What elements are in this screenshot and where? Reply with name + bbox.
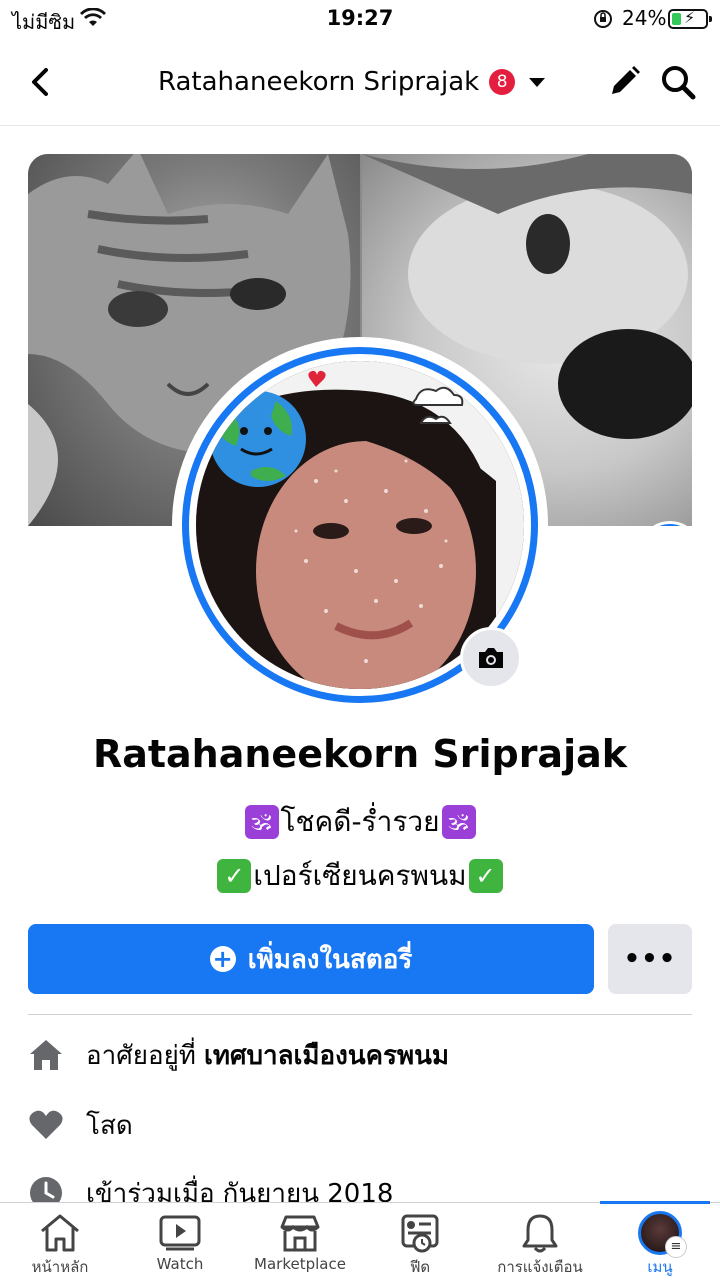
nav-watch[interactable]: Watch	[120, 1203, 240, 1280]
chevron-left-icon	[32, 68, 48, 96]
bio-line-2-text: เปอร์เซียนครพนม	[253, 859, 467, 892]
top-header: Ratahaneekorn Sriprajak 8	[0, 40, 720, 126]
check-emoji: ✓	[468, 859, 503, 893]
plus-icon: +	[209, 946, 236, 972]
avatar-icon	[642, 524, 676, 526]
home-icon	[28, 1037, 64, 1073]
detail-relationship[interactable]: โสด	[28, 1100, 692, 1150]
profile-camera-button[interactable]	[460, 627, 522, 689]
feed-icon	[400, 1211, 440, 1255]
status-bar: ไม่มีซิม 19:27 24% ⚡	[0, 0, 720, 40]
header-title: Ratahaneekorn Sriprajak	[158, 67, 480, 97]
avatar: ≡	[638, 1211, 687, 1258]
bio-line-2: ✓ เปอร์เซียนครพนม ✓	[0, 856, 720, 896]
caret-down-icon	[529, 77, 546, 87]
nav-home-label: หน้าหลัก	[31, 1258, 89, 1276]
om-emoji: 🕉	[441, 805, 476, 839]
store-icon	[278, 1211, 322, 1255]
rotation-lock-icon	[592, 8, 614, 34]
bottom-nav: หน้าหลัก Watch Marketplace ฟีด การแจ้งเต…	[0, 1201, 720, 1280]
detail-lives-in[interactable]: อาศัยอยู่ที่ เทศบาลเมืองนครพนม	[28, 1030, 692, 1080]
add-to-story-label: เพิ่มลงในสตอรี่	[247, 944, 413, 975]
detail-lives-in-prefix: อาศัยอยู่ที่	[86, 1040, 196, 1071]
om-emoji: 🕉	[244, 805, 279, 839]
search-icon	[662, 66, 696, 100]
heart-icon	[28, 1107, 64, 1143]
profile-switcher[interactable]: Ratahaneekorn Sriprajak 8	[158, 62, 546, 102]
profile-name: Ratahaneekorn Sriprajak	[92, 732, 628, 776]
play-icon	[158, 1211, 202, 1255]
edit-button[interactable]	[604, 62, 644, 106]
detail-lives-in-value: เทศบาลเมืองนครพนม	[203, 1040, 450, 1071]
pencil-icon	[612, 66, 640, 94]
divider	[28, 1014, 692, 1015]
more-options-button[interactable]: •••	[608, 924, 692, 994]
camera-icon	[479, 648, 503, 668]
check-emoji: ✓	[217, 859, 252, 893]
battery-percent: 24%	[622, 6, 667, 30]
more-options-label: •••	[623, 944, 677, 974]
detail-relationship-text: โสด	[86, 1110, 133, 1141]
home-icon	[38, 1211, 82, 1255]
nav-feed[interactable]: ฟีด	[360, 1203, 480, 1280]
profile-menu-icon: ≡	[638, 1211, 687, 1258]
back-button[interactable]	[26, 62, 58, 102]
bio-line-1: 🕉 โชคดี-ร่ำรวย 🕉	[0, 802, 720, 842]
nav-marketplace[interactable]: Marketplace	[240, 1203, 360, 1280]
nav-notifications[interactable]: การแจ้งเตือน	[480, 1203, 600, 1280]
nav-marketplace-label: Marketplace	[254, 1255, 346, 1273]
nav-home[interactable]: หน้าหลัก	[0, 1203, 120, 1280]
add-to-story-button[interactable]: + เพิ่มลงในสตอรี่	[28, 924, 594, 994]
battery-icon: ⚡	[668, 8, 712, 29]
nav-feed-label: ฟีด	[409, 1258, 431, 1276]
nav-menu-label: เมนู	[647, 1258, 673, 1276]
search-button[interactable]	[658, 62, 698, 106]
bell-icon	[520, 1211, 560, 1255]
bio-line-1-text: โชคดี-ร่ำรวย	[280, 805, 440, 838]
nav-watch-label: Watch	[156, 1255, 204, 1273]
nav-notifications-label: การแจ้งเตือน	[497, 1258, 583, 1276]
notification-badge: 8	[489, 69, 516, 95]
nav-menu[interactable]: ≡ เมนู	[600, 1201, 720, 1280]
